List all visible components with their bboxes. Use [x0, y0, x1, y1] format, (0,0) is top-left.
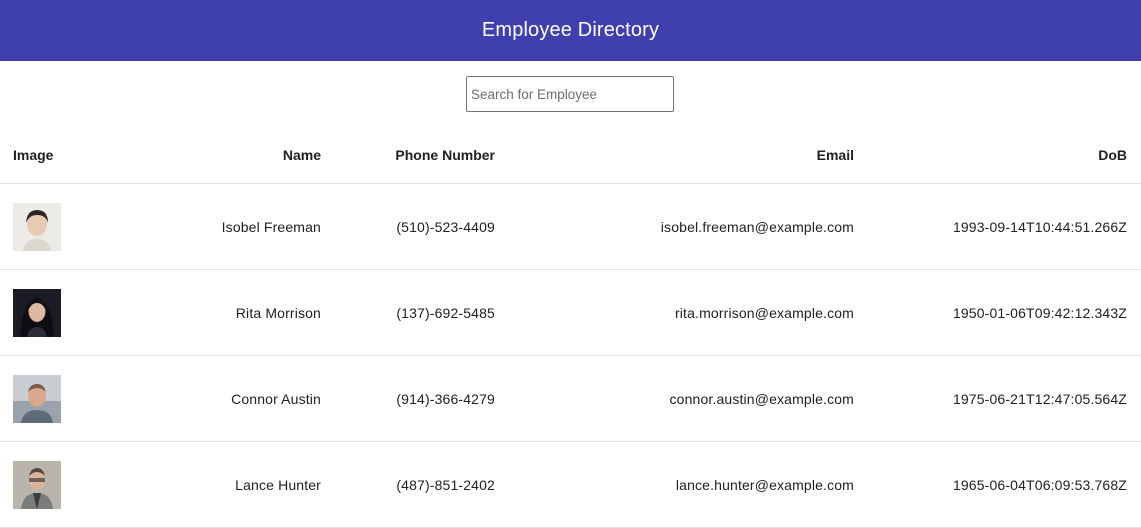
employee-phone: (914)-366-4279	[321, 355, 495, 442]
search-input[interactable]	[466, 76, 674, 112]
column-header-email[interactable]: Email	[495, 127, 854, 184]
column-header-dob[interactable]: DoB	[854, 127, 1141, 184]
table-header-row: Image Name Phone Number Email DoB	[0, 127, 1141, 184]
search-container	[466, 76, 674, 112]
employee-email: connor.austin@example.com	[495, 355, 854, 442]
table-header: Image Name Phone Number Email DoB	[0, 127, 1141, 184]
employee-name: Lance Hunter	[123, 441, 321, 528]
employee-dob: 1965-06-04T06:09:53.768Z	[854, 441, 1141, 528]
employee-name: Connor Austin	[123, 355, 321, 442]
image-cell	[0, 183, 123, 270]
column-header-name[interactable]: Name	[123, 127, 321, 184]
app-header: Employee Directory	[0, 0, 1141, 61]
image-cell	[0, 441, 123, 528]
column-header-image[interactable]: Image	[0, 127, 123, 184]
image-cell	[0, 355, 123, 442]
column-header-phone[interactable]: Phone Number	[321, 127, 495, 184]
employee-email: rita.morrison@example.com	[495, 269, 854, 356]
employee-email: lance.hunter@example.com	[495, 441, 854, 528]
table-row: Connor Austin (914)-366-4279 connor.aust…	[0, 355, 1141, 442]
employee-name: Isobel Freeman	[123, 183, 321, 270]
employee-phone: (137)-692-5485	[321, 269, 495, 356]
table-row: Lance Hunter (487)-851-2402 lance.hunter…	[0, 441, 1141, 528]
employee-table: Image Name Phone Number Email DoB Isobel…	[0, 127, 1141, 528]
table-row: Rita Morrison (137)-692-5485 rita.morris…	[0, 269, 1141, 356]
employee-email: isobel.freeman@example.com	[495, 183, 854, 270]
employee-dob: 1993-09-14T10:44:51.266Z	[854, 183, 1141, 270]
table-row: Isobel Freeman (510)-523-4409 isobel.fre…	[0, 183, 1141, 270]
employee-phone: (487)-851-2402	[321, 441, 495, 528]
employee-name: Rita Morrison	[123, 269, 321, 356]
employee-photo	[13, 460, 61, 509]
employee-photo	[13, 288, 61, 337]
employee-dob: 1975-06-21T12:47:05.564Z	[854, 355, 1141, 442]
employee-photo	[13, 202, 61, 251]
table-body: Isobel Freeman (510)-523-4409 isobel.fre…	[0, 183, 1141, 528]
page-title: Employee Directory	[481, 19, 660, 41]
image-cell	[0, 269, 123, 356]
employee-dob: 1950-01-06T09:42:12.343Z	[854, 269, 1141, 356]
employee-phone: (510)-523-4409	[321, 183, 495, 270]
employee-photo	[13, 374, 61, 423]
